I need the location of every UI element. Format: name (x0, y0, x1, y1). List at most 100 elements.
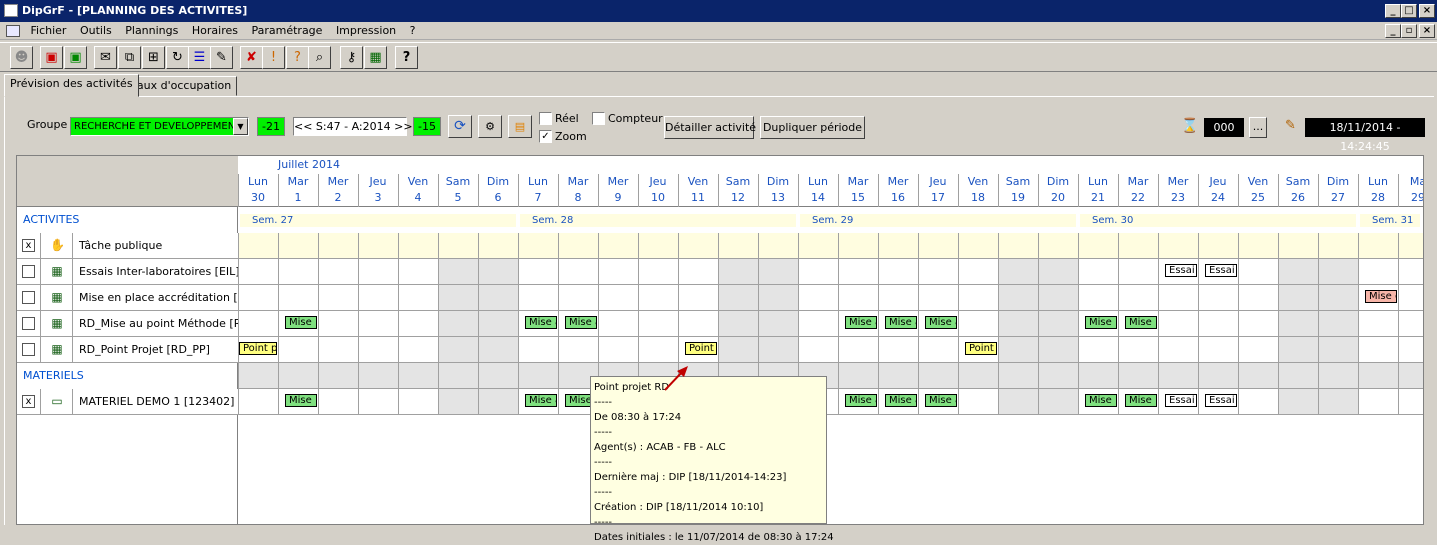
grid-cell[interactable] (1238, 285, 1278, 311)
grid-cell[interactable] (278, 259, 318, 285)
activity-bar[interactable]: Mise au (885, 394, 917, 407)
day-header[interactable]: Lun 30 (238, 174, 278, 208)
day-header[interactable]: Ven 11 (678, 174, 718, 208)
calculator-icon[interactable]: ▦ (364, 46, 387, 69)
row-checkbox[interactable] (22, 317, 35, 330)
activity-bar[interactable]: Mise (1125, 316, 1157, 329)
grid-cell[interactable] (1318, 389, 1358, 415)
grid-cell[interactable] (558, 285, 598, 311)
grid-cell[interactable] (1158, 337, 1198, 363)
grid-cell[interactable] (1358, 389, 1398, 415)
grid-cell[interactable] (838, 337, 878, 363)
grid-cell[interactable] (1038, 311, 1078, 337)
grid-cell[interactable] (558, 233, 598, 259)
tree-icon[interactable]: ⊞ (142, 46, 165, 69)
users-icon[interactable]: ☻ (10, 46, 33, 69)
grid-cell[interactable] (718, 259, 758, 285)
grid-cell[interactable] (958, 285, 998, 311)
search-icon[interactable]: ⌕ (308, 46, 331, 69)
grid-cell[interactable] (478, 389, 518, 415)
grid-cell[interactable] (398, 285, 438, 311)
day-header[interactable]: Jeu 3 (358, 174, 398, 208)
grid-cell[interactable] (878, 285, 918, 311)
grid-cell[interactable] (758, 259, 798, 285)
dupliquer-periode-button[interactable]: Dupliquer période (760, 116, 865, 139)
grid-cell[interactable] (1398, 285, 1423, 311)
grid-cell[interactable] (238, 233, 278, 259)
prev-offset[interactable]: -21 (257, 117, 285, 136)
grid-cell[interactable] (718, 311, 758, 337)
activity-bar[interactable]: Mise en (1365, 290, 1397, 303)
grid-cell[interactable] (1038, 233, 1078, 259)
row-checkbox[interactable]: x (22, 239, 35, 252)
grid-cell[interactable] (878, 233, 918, 259)
minimize-button[interactable]: _ (1385, 4, 1401, 18)
row-label[interactable]: x ✋ Tâche publique (17, 233, 238, 259)
activity-bar[interactable]: Mise (285, 394, 317, 407)
grid-cell[interactable] (958, 233, 998, 259)
grid-cell[interactable] (1358, 337, 1398, 363)
grid-cell[interactable] (1358, 311, 1398, 337)
maximize-button[interactable]: □ (1401, 4, 1417, 18)
grid-cell[interactable] (438, 285, 478, 311)
grid-cell[interactable] (1278, 285, 1318, 311)
grid-cell[interactable] (1318, 259, 1358, 285)
period-nav[interactable]: << S:47 - A:2014 >> (293, 117, 413, 136)
grid-cell[interactable] (398, 311, 438, 337)
grid-cell[interactable] (478, 233, 518, 259)
grid-cell[interactable] (638, 285, 678, 311)
grid-cell[interactable] (1318, 311, 1358, 337)
activity-bar[interactable]: Mise au (845, 394, 877, 407)
import-icon[interactable]: ▣ (64, 46, 87, 69)
grid-cell[interactable] (518, 233, 558, 259)
grid-cell[interactable] (238, 311, 278, 337)
grid-cell[interactable] (1038, 259, 1078, 285)
grid-cell[interactable] (238, 389, 278, 415)
ellipsis-button[interactable]: ... (1249, 117, 1267, 138)
grid-cell[interactable] (318, 285, 358, 311)
grid-cell[interactable] (398, 389, 438, 415)
grid-cell[interactable] (878, 259, 918, 285)
grid-cell[interactable] (438, 233, 478, 259)
grid-cell[interactable] (678, 285, 718, 311)
grid-cell[interactable] (1078, 337, 1118, 363)
day-header[interactable]: Jeu 10 (638, 174, 678, 208)
grid-cell[interactable] (1198, 311, 1238, 337)
reel-checkbox[interactable] (539, 112, 552, 125)
grid-cell[interactable] (1238, 337, 1278, 363)
grid-cell[interactable] (678, 259, 718, 285)
mail-icon[interactable]: ✉ (94, 46, 117, 69)
day-header[interactable]: Mar 8 (558, 174, 598, 208)
grid-cell[interactable] (798, 233, 838, 259)
grid-cell[interactable] (678, 311, 718, 337)
grid-cell[interactable] (598, 337, 638, 363)
menu-help[interactable]: ? (405, 22, 421, 40)
grid-cell[interactable] (1078, 285, 1118, 311)
grid-cell[interactable] (998, 389, 1038, 415)
grid-cell[interactable] (1078, 233, 1118, 259)
day-header[interactable]: Jeu 17 (918, 174, 958, 208)
grid-cell[interactable] (1038, 285, 1078, 311)
grid-cell[interactable] (1318, 233, 1358, 259)
grid-cell[interactable] (278, 337, 318, 363)
user-key-icon[interactable]: ⚷ (340, 46, 363, 69)
day-header[interactable]: Dim 13 (758, 174, 798, 208)
activity-bar[interactable]: Essai (1205, 394, 1237, 407)
day-header[interactable]: Dim 20 (1038, 174, 1078, 208)
grid-cell[interactable] (438, 389, 478, 415)
menu-horaires[interactable]: Horaires (187, 22, 243, 40)
grid-cell[interactable] (1158, 233, 1198, 259)
grid-cell[interactable] (1278, 233, 1318, 259)
grid-cell[interactable] (1158, 285, 1198, 311)
day-header[interactable]: Ven 25 (1238, 174, 1278, 208)
grid-cell[interactable] (998, 311, 1038, 337)
grid-cell[interactable] (478, 337, 518, 363)
menu-plannings[interactable]: Plannings (120, 22, 183, 40)
day-header[interactable]: Dim 27 (1318, 174, 1358, 208)
activity-bar[interactable]: Mise (285, 316, 317, 329)
grid-cell[interactable] (1398, 311, 1423, 337)
grid-cell[interactable] (478, 285, 518, 311)
grid-cell[interactable] (318, 337, 358, 363)
pipette-icon[interactable]: ✎ (210, 46, 233, 69)
groupe-combo[interactable]: RECHERCHE ET DEVELOPPEMENT ▼ (70, 117, 249, 136)
